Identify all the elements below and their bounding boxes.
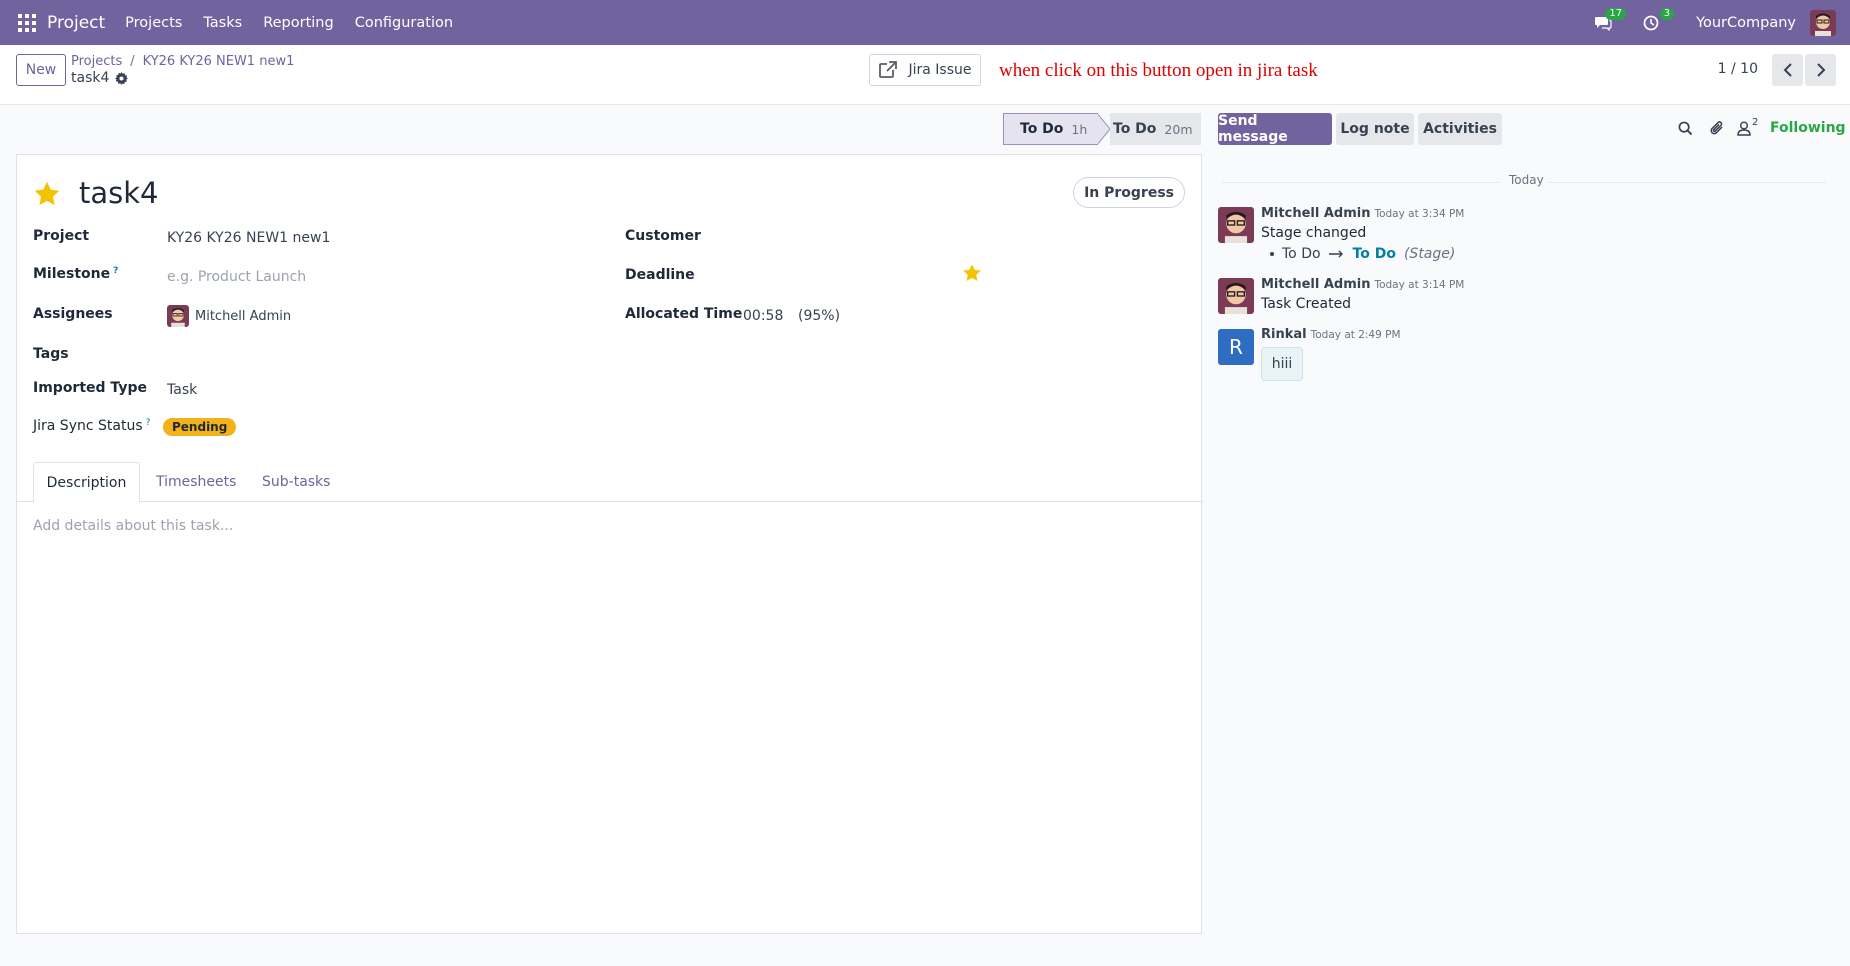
stage-todo-next[interactable]: To Do 20m <box>1110 113 1201 145</box>
company-switcher[interactable]: YourCompany <box>1696 15 1796 31</box>
form-sheet: task4 In Progress Project KY26 KY26 NEW1… <box>16 154 1203 934</box>
apps-grid-icon[interactable] <box>18 13 36 32</box>
customer-label: Customer <box>625 228 701 244</box>
followers-icon[interactable] <box>1737 121 1751 136</box>
activities-button[interactable]: 3 <box>1638 7 1675 34</box>
stage-duration: 20m <box>1164 121 1193 137</box>
following-button[interactable]: Following <box>1770 120 1846 136</box>
message-time: Today at 3:34 PM <box>1374 208 1465 220</box>
tracking-field-name: (Stage) <box>1403 246 1456 262</box>
message-avatar[interactable] <box>1218 207 1254 243</box>
message-author[interactable]: Mitchell Admin Today at 3:34 PM <box>1261 206 1464 221</box>
tags-label: Tags <box>33 346 69 362</box>
message-author[interactable]: Rinkal Today at 2:49 PM <box>1261 327 1401 342</box>
external-link-icon <box>879 61 898 78</box>
message-body: Stage changed <box>1261 225 1367 241</box>
chevron-left-icon <box>1783 63 1792 77</box>
allocated-percent: (95%) <box>798 308 841 324</box>
nav-reporting[interactable]: Reporting <box>263 15 334 31</box>
tab-description[interactable]: Description <box>33 462 140 503</box>
assignee-name: Mitchell Admin <box>195 308 292 324</box>
description-editor[interactable]: Add details about this task... <box>33 518 233 534</box>
assignees-field[interactable]: Mitchell Admin <box>167 305 291 327</box>
activities-button[interactable]: Activities <box>1418 113 1502 145</box>
app-name[interactable]: Project <box>47 13 105 33</box>
user-avatar[interactable] <box>1810 9 1836 36</box>
message-author[interactable]: Mitchell Admin Today at 3:14 PM <box>1261 277 1464 292</box>
nav-projects[interactable]: Projects <box>125 15 182 31</box>
message-avatar[interactable] <box>1218 278 1254 314</box>
stage-label: To Do <box>1020 121 1064 137</box>
breadcrumb-project[interactable]: KY26 KY26 NEW1 new1 <box>143 54 295 69</box>
send-message-button[interactable]: Send message <box>1218 113 1332 145</box>
assignee-avatar <box>167 305 189 327</box>
pager-previous-button[interactable] <box>1772 54 1803 86</box>
tracking-old-value: To Do <box>1282 246 1321 262</box>
customer-field[interactable] <box>742 225 1182 247</box>
paperclip-icon[interactable] <box>1709 120 1725 137</box>
new-button[interactable]: New <box>16 54 66 86</box>
tracking-value: To Do To Do (Stage) <box>1270 246 1455 262</box>
message-time: Today at 2:49 PM <box>1310 329 1401 341</box>
allocated-time-field[interactable]: 00:58 <box>743 308 783 324</box>
stage-duration: 1h <box>1071 121 1088 137</box>
message-body: Task Created <box>1261 296 1352 312</box>
task-title[interactable]: task4 <box>79 176 159 210</box>
stage-label: To Do <box>1113 121 1157 137</box>
imported-type-label: Imported Type <box>33 380 147 396</box>
breadcrumb-separator: / <box>130 54 135 69</box>
search-icon[interactable] <box>1678 121 1693 136</box>
followers-count: 2 <box>1752 117 1759 128</box>
clock-icon <box>1643 15 1659 30</box>
breadcrumb-projects[interactable]: Projects <box>71 54 122 69</box>
project-field[interactable]: KY26 KY26 NEW1 new1 <box>167 230 330 246</box>
tags-field[interactable] <box>167 344 567 364</box>
message-time: Today at 3:14 PM <box>1374 279 1465 291</box>
record-name-label: task4 <box>71 70 110 86</box>
stage-todo-current[interactable]: To Do 1h <box>1003 113 1098 145</box>
top-navbar: Project Projects Tasks Reporting Configu… <box>0 0 1850 45</box>
status-badge[interactable]: In Progress <box>1073 177 1185 208</box>
project-label: Project <box>33 228 90 244</box>
date-separator: Today <box>1222 173 1826 189</box>
chevron-right-icon <box>1816 63 1825 77</box>
notebook-tabs: Description Timesheets Sub-tasks <box>17 462 1203 503</box>
bullet <box>1270 252 1274 256</box>
message-body: hiii <box>1261 347 1303 381</box>
priority-star-icon[interactable] <box>33 180 61 208</box>
deadline-label: Deadline <box>625 267 695 283</box>
pager-value[interactable]: 1 / 10 <box>1718 61 1758 77</box>
breadcrumb: Projects / KY26 KY26 NEW1 new1 <box>71 54 294 69</box>
record-name: task4 <box>71 70 129 86</box>
activities-count-badge: 3 <box>1659 7 1675 20</box>
annotation-note: when click on this button open in jira t… <box>999 60 1318 81</box>
pager-next-button[interactable] <box>1805 54 1836 86</box>
nav-configuration[interactable]: Configuration <box>355 15 453 31</box>
milestone-label: Milestone? <box>33 266 119 282</box>
assignees-label: Assignees <box>33 306 113 322</box>
arrow-right-icon <box>1328 250 1343 258</box>
control-panel: New Projects / KY26 KY26 NEW1 new1 task4 J… <box>0 45 1850 105</box>
milestone-field[interactable]: e.g. Product Launch <box>167 269 306 285</box>
deadline-star-icon[interactable] <box>962 263 982 283</box>
messages-button[interactable]: 17 <box>1590 7 1627 34</box>
messages-count-badge: 17 <box>1605 7 1627 20</box>
tracking-new-value: To Do <box>1352 246 1396 262</box>
jira-issue-label: Jira Issue <box>908 62 972 78</box>
allocated-time-label: Allocated Time <box>625 306 743 322</box>
tab-sub-tasks[interactable]: Sub-tasks <box>262 462 330 502</box>
log-note-button[interactable]: Log note <box>1336 113 1414 145</box>
stage-arrow <box>1097 113 1111 145</box>
message-avatar[interactable]: R <box>1218 329 1254 365</box>
jira-sync-status-badge: Pending <box>163 418 237 436</box>
nav-tasks[interactable]: Tasks <box>203 15 242 31</box>
jira-sync-status-label: Jira Sync Status? <box>33 418 151 434</box>
imported-type-field[interactable]: Task <box>167 382 197 398</box>
jira-issue-button[interactable]: Jira Issue <box>869 54 981 86</box>
tab-timesheets[interactable]: Timesheets <box>156 462 236 502</box>
gear-icon[interactable] <box>115 71 129 85</box>
